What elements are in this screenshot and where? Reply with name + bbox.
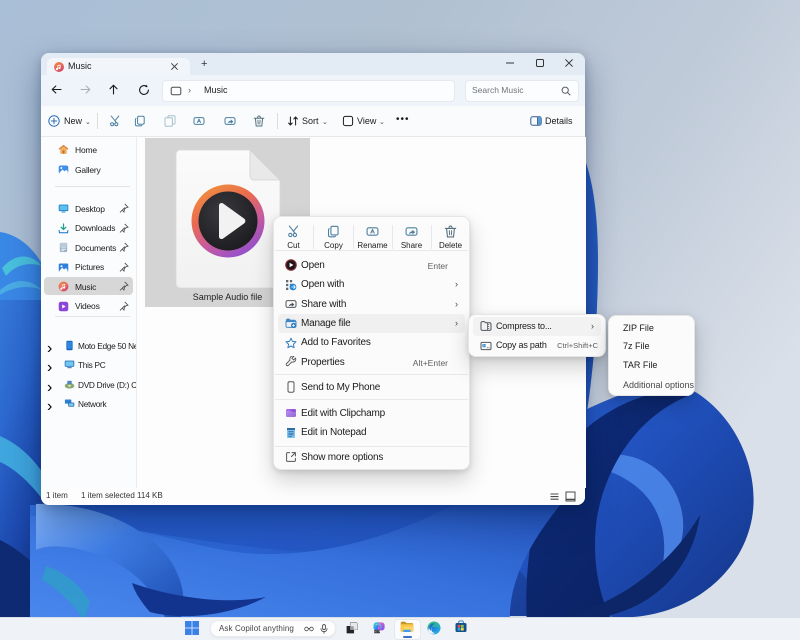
- svg-text:BETA: BETA: [374, 630, 381, 634]
